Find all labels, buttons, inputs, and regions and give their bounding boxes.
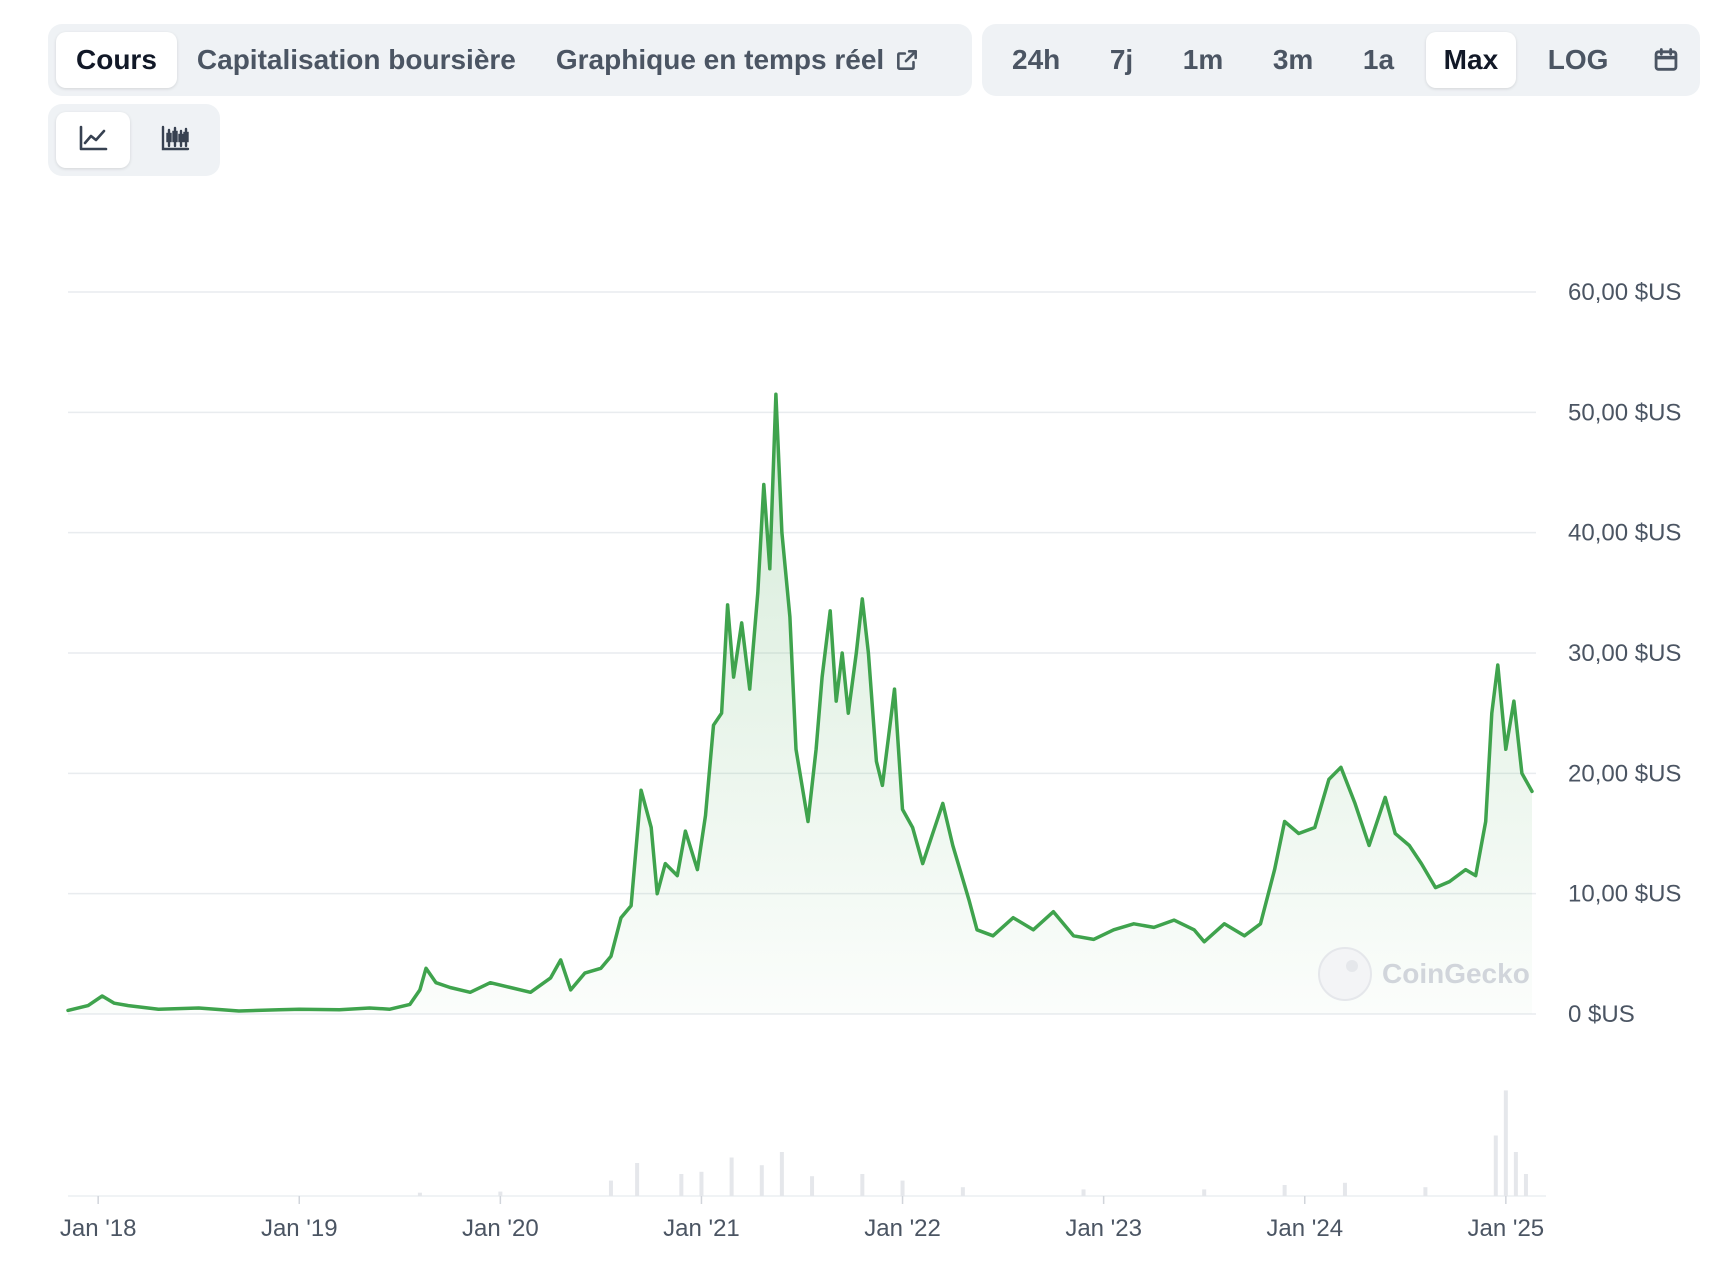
volume-bar: [860, 1174, 865, 1196]
volume-bar: [810, 1176, 815, 1196]
volume-bar: [498, 1191, 503, 1196]
volume-bar: [1342, 1182, 1347, 1196]
range-7d[interactable]: 7j: [1092, 32, 1151, 88]
volume-bar: [635, 1163, 640, 1196]
range-24h[interactable]: 24h: [994, 32, 1078, 88]
volume-bar: [608, 1180, 613, 1196]
x-tick-label: Jan '18: [60, 1215, 137, 1242]
price-series: [66, 392, 1534, 1014]
tab-price[interactable]: Cours: [56, 32, 177, 88]
chart-view-toggle: [48, 104, 220, 176]
x-tick-label: Jan '20: [462, 1215, 539, 1242]
y-tick-label: 60,00 $US: [1568, 279, 1681, 306]
tab-live-chart-label: Graphique en temps réel: [555, 44, 885, 75]
volume-bar: [1513, 1152, 1518, 1196]
range-1m[interactable]: 1m: [1165, 32, 1241, 88]
y-tick-label: 40,00 $US: [1568, 520, 1681, 547]
volume-bar: [1423, 1187, 1428, 1196]
external-link-icon: [894, 47, 920, 73]
y-tick-label: 0 $US: [1568, 1001, 1635, 1028]
volume-bar: [1282, 1185, 1287, 1196]
x-tick-label: Jan '25: [1468, 1215, 1545, 1242]
volume-bar: [1503, 1090, 1508, 1196]
line-view-button[interactable]: [56, 112, 130, 168]
grid-lines: [68, 291, 1546, 1197]
x-axis: Jan '18 Jan '19 Jan '20 Jan '21 Jan '22 Jan '…: [60, 1196, 1544, 1242]
x-tick-label: Jan '19: [261, 1215, 338, 1242]
price-chart[interactable]: 60,00 $US 50,00 $US 40,00 $US 30,00 $US 20,0…: [0, 180, 1730, 1274]
volume-bar: [1081, 1189, 1086, 1196]
volume-bar: [417, 1192, 422, 1196]
volume-bar: [779, 1152, 784, 1196]
tab-market-cap[interactable]: Capitalisation boursière: [177, 32, 536, 88]
volume-bar: [1523, 1174, 1528, 1196]
volume-bar: [699, 1171, 704, 1196]
volume-bars: [417, 1090, 1528, 1196]
y-tick-label: 50,00 $US: [1568, 399, 1681, 426]
volume-bar: [1202, 1189, 1207, 1196]
chart-type-tabs: Cours Capitalisation boursière Graphique…: [48, 24, 972, 96]
volume-bar: [960, 1187, 965, 1196]
volume-bar: [679, 1174, 684, 1196]
range-log[interactable]: LOG: [1530, 32, 1627, 88]
volume-bar: [1493, 1135, 1498, 1196]
line-chart-icon: [78, 124, 108, 157]
volume-bar: [729, 1157, 734, 1196]
y-tick-label: 30,00 $US: [1568, 640, 1681, 667]
x-tick-label: Jan '23: [1065, 1215, 1142, 1242]
x-tick-label: Jan '21: [663, 1215, 740, 1242]
x-tick-label: Jan '22: [864, 1215, 941, 1242]
range-3m[interactable]: 3m: [1255, 32, 1331, 88]
y-tick-label: 10,00 $US: [1568, 881, 1681, 908]
candlestick-view-button[interactable]: [138, 112, 212, 168]
calendar-icon[interactable]: [1640, 32, 1692, 88]
time-range-tabs: 24h 7j 1m 3m 1a Max LOG: [982, 24, 1700, 96]
range-max[interactable]: Max: [1425, 32, 1517, 88]
watermark-text: CoinGecko: [1382, 958, 1530, 989]
volume-bar: [759, 1165, 764, 1196]
y-axis: 60,00 $US 50,00 $US 40,00 $US 30,00 $US 20,0…: [1568, 279, 1681, 1028]
tab-live-chart[interactable]: Graphique en temps réel: [536, 32, 940, 88]
candlestick-icon: [160, 124, 190, 157]
x-tick-label: Jan '24: [1266, 1215, 1343, 1242]
volume-bar: [900, 1180, 905, 1196]
price-area: [68, 394, 1532, 1014]
coingecko-logo-icon: [1318, 947, 1372, 1001]
y-tick-label: 20,00 $US: [1568, 760, 1681, 787]
range-1y[interactable]: 1a: [1345, 32, 1412, 88]
